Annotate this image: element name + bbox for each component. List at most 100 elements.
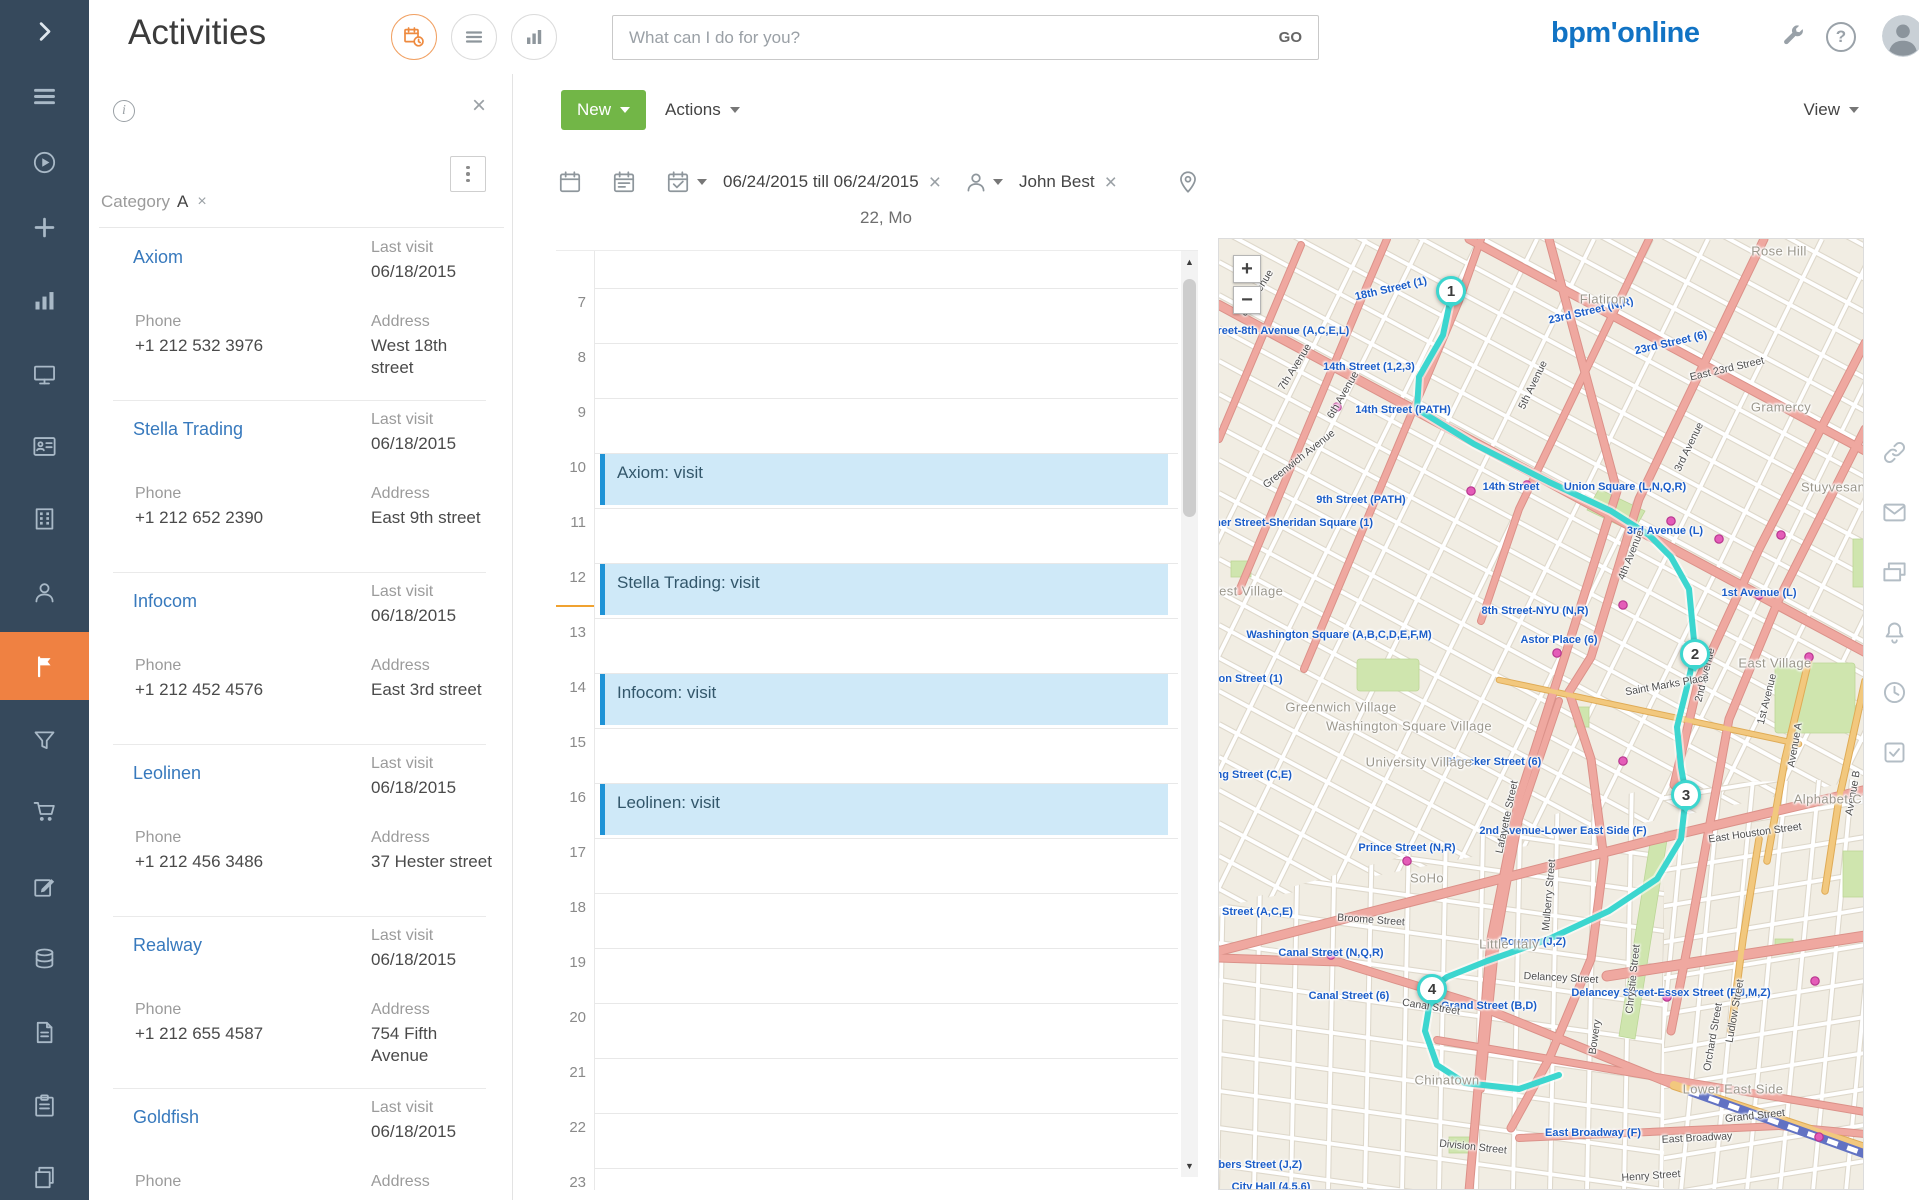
sidebar-item-knowledge[interactable] [0,1155,89,1199]
zoom-out-button[interactable]: − [1233,286,1261,314]
new-button-label: New [577,100,612,119]
owner-icon[interactable] [963,169,989,195]
search-input[interactable] [613,27,1263,48]
sidebar-item-accounts[interactable] [0,496,89,540]
company-field: Address East 9th street [371,485,481,527]
company-field: Last visit 06/18/2015 [371,1099,457,1141]
sidebar-item-orders[interactable] [0,789,89,833]
company-name-link[interactable]: Realway [133,935,202,956]
panel-close-button[interactable]: × [472,94,486,118]
chevron-down-icon[interactable] [992,179,1003,185]
sidebar-item-employees[interactable] [0,570,89,614]
date-range-filter[interactable]: 06/24/2015 till 06/24/2015 [723,172,919,192]
day-header: 22, Mo [860,208,912,227]
go-button[interactable]: GO [1263,29,1318,46]
sidebar-item-menu[interactable] [0,74,89,118]
grid-left-border [594,251,595,1190]
plus-icon [34,217,55,237]
company-name-link[interactable]: Stella Trading [133,419,243,440]
actions-button[interactable]: Actions [655,90,750,130]
view-button[interactable]: View [1803,90,1859,130]
calendar-scrollbar[interactable]: ▲ ▼ [1181,251,1198,1177]
sidebar-item-run-process[interactable] [0,140,89,184]
company-field: Last visit 06/18/2015 [371,927,457,969]
sidebar-item-dashboards[interactable] [0,278,89,322]
mail-tool[interactable] [1881,499,1908,526]
company-field: Last visit 06/18/2015 [371,239,457,281]
company-name-link[interactable]: Axiom [133,247,183,268]
panel-menu-button[interactable] [450,156,486,192]
visits-view-button[interactable] [391,14,437,60]
clipboard-icon [35,1093,54,1117]
current-time-tick [556,605,594,607]
list-icon [465,31,483,43]
company-name-link[interactable]: Leolinen [133,763,201,784]
calendar-schedule-icon[interactable] [611,169,637,195]
sidebar-item-finances[interactable] [0,936,89,980]
owner-filter-remove-icon[interactable]: × [1105,172,1117,193]
layers-copy-icon [35,1166,54,1188]
sidebar-item-funnel[interactable] [0,718,89,762]
sidebar-item-contacts[interactable] [0,424,89,468]
calendar-icon[interactable] [557,169,583,195]
envelope-icon [1882,503,1906,522]
company-field: Address 754 Fifth Avenue [371,1001,438,1066]
view-button-label: View [1803,100,1840,119]
sidebar-item-tasks[interactable] [0,864,89,908]
sidebar-item-field-sales[interactable] [0,644,89,688]
sidebar-item-collapse[interactable] [0,9,89,53]
sidebar-item-add[interactable] [0,205,89,249]
hour-line [594,288,1178,289]
map-pin-icon[interactable] [1175,169,1201,195]
calendar-event[interactable]: Axiom: visit [600,454,1168,505]
company-name-link[interactable]: Infocom [133,591,197,612]
route-marker[interactable]: 2 [1680,639,1710,669]
help-button[interactable]: ? [1826,22,1856,52]
bar-chart-icon [35,291,54,309]
scroll-up-button[interactable]: ▲ [1181,251,1198,273]
owner-filter[interactable]: John Best [1019,172,1095,192]
info-icon[interactable]: i [113,100,135,122]
calendar-event[interactable]: Leolinen: visit [600,784,1168,835]
sidebar-item-desktop[interactable] [0,352,89,396]
map-canvas [1219,239,1863,1189]
sidebar-item-projects[interactable] [0,1083,89,1127]
document-icon [36,1021,53,1043]
hour-label: 17 [569,844,586,861]
tag-remove-icon[interactable]: × [197,194,206,210]
new-button[interactable]: New [561,90,647,130]
calendar-period-icon[interactable] [665,169,691,195]
hour-line [594,838,1178,839]
user-avatar[interactable] [1882,15,1919,57]
scroll-down-button[interactable]: ▼ [1181,1155,1198,1177]
sidebar-item-documents[interactable] [0,1010,89,1054]
link-tool[interactable] [1881,439,1908,466]
scroll-thumb[interactable] [1183,279,1196,517]
main-content: New Actions View 06/24/2015 till 06/24/2… [513,74,1919,1200]
company-field: Phone +1 212 532 3976 [135,313,264,355]
hour-label: 21 [569,1064,586,1081]
tasks-tool[interactable] [1881,739,1908,766]
map-view[interactable]: 18th Street (1) 23rd Street (N,R) 23rd Str… [1218,238,1864,1190]
company-field: Last visit 06/18/2015 [371,755,457,797]
date-filter-remove-icon[interactable]: × [929,172,941,193]
chevron-down-icon[interactable] [697,179,707,185]
screens-tool[interactable] [1881,559,1908,586]
list-view-button[interactable] [451,14,497,60]
settings-wrench-icon[interactable] [1779,23,1806,50]
notifications-tool[interactable] [1881,619,1908,646]
route-marker[interactable]: 3 [1671,780,1701,810]
accounts-panel: i × Category A × Axiom Last visit 06/18/20… [89,74,513,1200]
reminders-tool[interactable] [1881,679,1908,706]
calendar-event[interactable]: Infocom: visit [600,674,1168,725]
command-line: GO [612,15,1319,60]
visits-calendar-icon [404,27,424,47]
calendar-event[interactable]: Stella Trading: visit [600,564,1168,615]
database-coins-icon [35,948,54,968]
route-marker[interactable]: 4 [1417,974,1447,1004]
analytics-view-button[interactable] [511,14,557,60]
company-name-link[interactable]: Goldfish [133,1107,199,1128]
route-marker[interactable]: 1 [1436,276,1466,306]
zoom-in-button[interactable]: + [1233,255,1261,283]
hour-line [594,343,1178,344]
